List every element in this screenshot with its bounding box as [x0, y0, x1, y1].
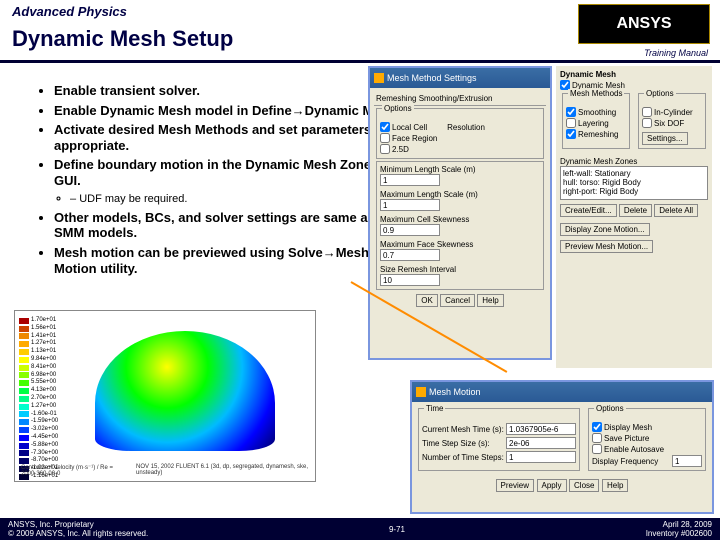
bullet-list: Enable transient solver. Enable Dynamic …	[14, 83, 404, 280]
display-mesh-checkbox[interactable]	[592, 422, 602, 432]
settings-button[interactable]: Settings...	[642, 132, 688, 145]
display-zone-button[interactable]: Display Zone Motion...	[560, 223, 650, 236]
bullet-4-sub: – UDF may be required.	[70, 193, 404, 206]
smoothing-checkbox[interactable]	[566, 107, 576, 117]
display-freq-input[interactable]	[672, 455, 702, 467]
remeshing-checkbox[interactable]	[566, 129, 576, 139]
face-region-checkbox[interactable]	[380, 133, 390, 143]
ansys-logo: ANSYS	[578, 4, 710, 44]
cancel-button[interactable]: Cancel	[440, 294, 475, 307]
max-length-input[interactable]	[380, 199, 440, 211]
time-step-input[interactable]	[506, 437, 576, 449]
bullet-6: Mesh motion can be previewed using Solve…	[54, 245, 404, 276]
subtitle: Advanced Physics	[12, 4, 127, 19]
bullet-2: Enable Dynamic Mesh model in Define→Dyna…	[54, 103, 404, 119]
local-cell-checkbox[interactable]	[380, 122, 390, 132]
bullet-1: Enable transient solver.	[54, 83, 404, 99]
bullet-5: Other models, BCs, and solver settings a…	[54, 210, 404, 241]
preview-button[interactable]: Preview	[496, 479, 534, 492]
apply-button[interactable]: Apply	[537, 479, 567, 492]
training-manual-label: Training Manual	[644, 48, 708, 58]
max-skew-input[interactable]	[380, 224, 440, 236]
help-button[interactable]: Help	[602, 479, 628, 492]
face-skew-input[interactable]	[380, 249, 440, 261]
app-icon	[374, 73, 384, 83]
app-icon	[416, 387, 426, 397]
close-button[interactable]: Close	[569, 479, 599, 492]
delete-button[interactable]: Delete	[619, 204, 652, 217]
zones-listbox[interactable]: left-wall: Stationaryhull: torso: Rigid …	[560, 166, 708, 200]
delete-all-button[interactable]: Delete All	[654, 204, 698, 217]
bullet-3: Activate desired Mesh Methods and set pa…	[54, 122, 404, 153]
mesh-motion-window: Mesh Motion Time Current Mesh Time (s):1…	[410, 380, 714, 514]
header: Advanced Physics Dynamic Mesh Setup ANSY…	[0, 0, 720, 63]
num-steps-input[interactable]	[506, 451, 576, 463]
current-time-display: 1.0367905e-6	[506, 423, 576, 435]
footer: ANSYS, Inc. Proprietary© 2009 ANSYS, Inc…	[0, 518, 720, 540]
page-title: Dynamic Mesh Setup	[12, 26, 233, 52]
layering-checkbox[interactable]	[566, 118, 576, 128]
create-edit-button[interactable]: Create/Edit...	[560, 204, 617, 217]
autosave-checkbox[interactable]	[592, 444, 602, 454]
save-picture-checkbox[interactable]	[592, 433, 602, 443]
zones-label: Dynamic Mesh Zones	[560, 157, 708, 166]
25d-checkbox[interactable]	[380, 144, 390, 154]
page-number: 9-71	[389, 525, 405, 534]
help-button[interactable]: Help	[477, 294, 503, 307]
dm-title: Dynamic Mesh	[560, 70, 708, 79]
plot-caption: Contours of Velocity (m·s⁻¹) / Re = 2000…	[21, 464, 309, 477]
cfd-plot: 1.70e+011.56e+011.41e+011.27e+011.13e+01…	[14, 310, 316, 482]
sixdof-checkbox[interactable]	[642, 118, 652, 128]
dynamic-mesh-panel: Dynamic Mesh Dynamic Mesh Mesh Methods S…	[556, 66, 712, 368]
size-remesh-input[interactable]	[380, 274, 440, 286]
piston-contour	[95, 331, 275, 451]
min-length-input[interactable]	[380, 174, 440, 186]
color-legend: 1.70e+011.56e+011.41e+011.27e+011.13e+01…	[19, 317, 58, 481]
preview-mesh-button[interactable]: Preview Mesh Motion...	[560, 240, 653, 253]
bullet-4: Define boundary motion in the Dynamic Me…	[54, 157, 404, 188]
mesh-method-settings-window: Mesh Method Settings Remeshing Smoothing…	[368, 66, 552, 360]
ok-button[interactable]: OK	[416, 294, 438, 307]
incylinder-checkbox[interactable]	[642, 107, 652, 117]
window-titlebar[interactable]: Mesh Method Settings	[370, 68, 550, 88]
window-titlebar[interactable]: Mesh Motion	[412, 382, 712, 402]
